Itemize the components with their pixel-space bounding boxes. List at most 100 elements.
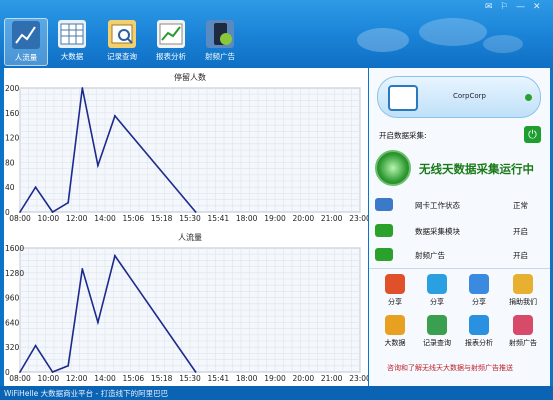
toolbar-big-data-button[interactable]: 大数据 [50, 18, 94, 66]
status-bar: WiFiHelle 大数据商业平台 - 打造线下的阿里巴巴 [0, 386, 553, 400]
report-chart-icon [157, 20, 185, 48]
table-icon [58, 20, 86, 48]
toolbar-rf-ad-button[interactable]: 射频广告 [198, 18, 242, 66]
android-phone-icon [206, 20, 234, 48]
router-card: CorpCorp [377, 76, 541, 118]
x-tick-label: 18:00 [236, 214, 258, 223]
donate-button[interactable]: 捐助我们 [505, 274, 541, 310]
status-name: 射频广告 [415, 251, 445, 260]
data-point [19, 211, 21, 213]
x-tick-label: 15:06 [123, 214, 145, 223]
app-report-button[interactable]: 报表分析 [461, 315, 497, 351]
skin-icon[interactable]: ⚐ [500, 2, 508, 12]
cloud-decoration [343, 10, 523, 60]
app-label: 射频广告 [509, 339, 537, 347]
share-qzone-button[interactable]: 分享 [419, 274, 455, 310]
data-point [194, 371, 197, 373]
status-value: 正常 [513, 201, 528, 210]
toolbar-report-analysis-button[interactable]: 报表分析 [149, 18, 193, 66]
data-point [114, 254, 116, 257]
cloud-report-icon [469, 315, 489, 335]
x-tick-label: 10:00 [38, 214, 60, 223]
router-name: CorpCorp [453, 92, 486, 100]
data-point [51, 371, 54, 373]
app-label: 分享 [388, 298, 402, 306]
y-tick-label: 80 [5, 158, 15, 167]
app-label: 大数据 [384, 339, 406, 347]
module-icon [375, 224, 393, 237]
share-tencent-button[interactable]: 分享 [461, 274, 497, 310]
record-icon [427, 315, 447, 335]
toolbar-record-query-button[interactable]: 记录查询 [100, 18, 144, 66]
rf-ad-icon [513, 315, 533, 335]
module-icon [375, 248, 393, 261]
top-toolbar: ✉ ⚐ — ✕ 人流量 大数据 记录查询 报表分析 射频广告 [0, 0, 553, 68]
share-weibo-button[interactable]: 分享 [377, 274, 413, 310]
x-tick-label: 21:00 [321, 214, 343, 223]
power-toggle-button[interactable]: ⏻ [524, 126, 541, 143]
app-label: 分享 [472, 298, 486, 306]
app-label: 报表分析 [465, 339, 493, 347]
toolbar-label: 射频广告 [205, 52, 235, 61]
x-tick-label: 15:06 [123, 374, 145, 383]
weibo-icon [385, 274, 405, 294]
big-data-icon [385, 315, 405, 335]
close-button[interactable]: ✕ [533, 2, 541, 12]
data-point [19, 371, 21, 373]
x-tick-label: 20:00 [293, 374, 315, 383]
y-tick-label: 200 [5, 84, 20, 93]
status-value: 开启 [513, 251, 528, 260]
toolbar-people-flow-button[interactable]: 人流量 [4, 18, 48, 66]
data-point [67, 364, 70, 367]
data-point [34, 186, 37, 189]
x-tick-label: 12:00 [66, 214, 88, 223]
y-tick-label: 320 [5, 343, 20, 352]
stay-count-chart: 停留人数2001601208040008:00 10:00 12:00 14:00 15… [5, 72, 368, 223]
x-tick-label: 15:41 [208, 214, 230, 223]
app-big-data-button[interactable]: 大数据 [377, 315, 413, 351]
x-tick-label: 15:18 [151, 374, 173, 383]
x-tick-label: 19:00 [264, 374, 286, 383]
online-indicator [525, 94, 532, 101]
network-card-icon [375, 198, 393, 211]
app-record-query-button[interactable]: 记录查询 [419, 315, 455, 351]
data-point [97, 321, 99, 324]
chart-panel: 停留人数 200 160 120 80 40 0 08:00 10:00 12:00 14:00 15… [4, 68, 368, 386]
status-panel: CorpCorp 开启数据采集: ⏻ 无线天数据采集运行中 网卡工作状态 正常 … [369, 68, 550, 386]
data-point [34, 344, 37, 347]
x-tick-label: 19:00 [264, 214, 286, 223]
data-point [97, 164, 99, 167]
data-point [81, 87, 84, 89]
x-tick-label: 23:00 [349, 214, 368, 223]
x-tick-label: 15:30 [179, 214, 201, 223]
x-tick-label: 20:00 [293, 214, 315, 223]
people-flow-chart: 人流量16001280960640320008:00 10:00 12:00 14:0… [5, 232, 368, 383]
y-tick-label: 1280 [5, 269, 24, 278]
y-tick-label: 960 [5, 294, 20, 303]
status-name: 数据采集模块 [415, 227, 460, 236]
x-tick-label: 14:00 [94, 214, 116, 223]
chart-title: 人流量 [178, 232, 202, 242]
y-tick-label: 40 [5, 183, 15, 192]
toolbar-label: 大数据 [60, 52, 84, 61]
chart-title: 停留人数 [174, 72, 206, 82]
x-tick-label: 08:00 [9, 214, 31, 223]
router-icon [388, 85, 418, 111]
status-row-rf-ad: 射频广告 开启 [375, 246, 543, 264]
app-rf-ad-button[interactable]: 射频广告 [505, 315, 541, 351]
status-row-nic: 网卡工作状态 正常 [375, 196, 543, 214]
x-tick-label: 21:00 [321, 374, 343, 383]
toolbar-label: 记录查询 [107, 52, 137, 61]
mail-icon[interactable]: ✉ [485, 2, 493, 12]
status-row-collector: 数据采集模块 开启 [375, 222, 543, 240]
collect-label: 开启数据采集: [379, 131, 427, 140]
search-document-icon [108, 20, 136, 48]
promo-link[interactable]: 咨询和了解无线天大数据与射频广告推送 [387, 363, 513, 373]
minimize-button[interactable]: — [516, 2, 525, 12]
x-tick-label: 15:30 [179, 374, 201, 383]
app-label: 捐助我们 [509, 298, 537, 306]
radar-icon [375, 150, 411, 186]
status-value: 开启 [513, 227, 528, 236]
y-tick-label: 120 [5, 134, 20, 143]
running-status-text: 无线天数据采集运行中 [419, 162, 534, 176]
